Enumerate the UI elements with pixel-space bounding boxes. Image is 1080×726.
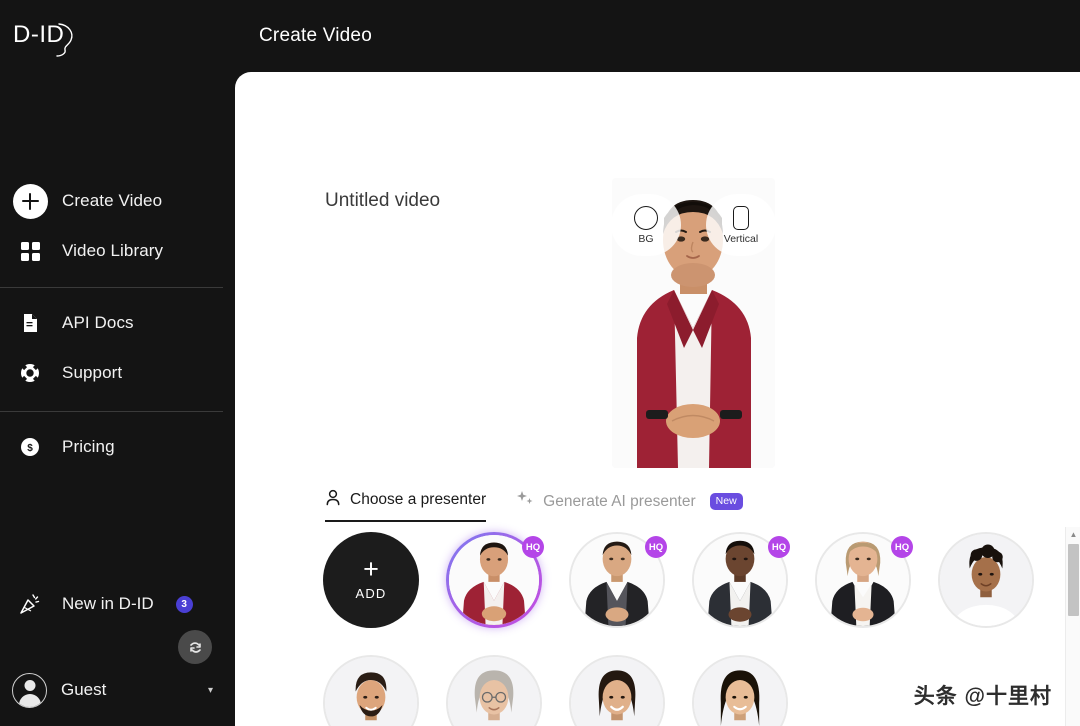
presenter-scrollbar[interactable]: ▲ ▼ xyxy=(1065,527,1080,726)
sidebar-item-new-in-did[interactable]: New in D-ID 3 xyxy=(0,579,235,629)
sidebar-item-label: API Docs xyxy=(62,313,134,332)
presenter-item[interactable] xyxy=(446,655,542,726)
sidebar-divider-1 xyxy=(0,287,223,288)
sidebar-item-create-video[interactable]: Create Video xyxy=(0,176,235,226)
presenter-item[interactable] xyxy=(938,532,1034,628)
presenter-thumbnail xyxy=(694,657,786,726)
sidebar-group-pricing: $ Pricing xyxy=(0,422,235,472)
presenter-item[interactable]: HQ xyxy=(815,532,913,628)
tab-generate-ai-presenter[interactable]: Generate AI presenter New xyxy=(516,490,743,522)
sidebar-item-support[interactable]: Support xyxy=(0,348,235,398)
lifebuoy-icon xyxy=(12,363,48,383)
tab-label: Generate AI presenter xyxy=(543,492,696,510)
document-icon xyxy=(12,313,48,333)
tab-choose-a-presenter[interactable]: Choose a presenter xyxy=(325,489,487,522)
presenter-item[interactable]: HQ xyxy=(446,532,544,628)
sidebar-divider-2 xyxy=(0,411,223,412)
presenter-thumbnail xyxy=(940,534,1032,626)
background-control[interactable]: BG xyxy=(612,194,681,256)
new-in-did-badge: 3 xyxy=(175,595,193,613)
presenter-tabs: Choose a presenter Generate AI presenter… xyxy=(325,489,743,522)
presenter-ring xyxy=(446,655,542,726)
user-name: Guest xyxy=(61,680,107,699)
add-presenter-label: ADD xyxy=(355,586,387,601)
tab-label: Choose a presenter xyxy=(350,491,487,508)
top-header: Create Video xyxy=(235,0,1080,72)
presenter-item[interactable] xyxy=(323,655,419,726)
presenter-ring xyxy=(569,655,665,726)
scrollbar-thumb[interactable] xyxy=(1068,544,1079,616)
vertical-rect-icon xyxy=(733,205,749,230)
sidebar-item-label: Create Video xyxy=(62,191,163,210)
svg-text:$: $ xyxy=(27,443,33,454)
orientation-control-label: Vertical xyxy=(723,232,759,245)
plus-icon: + xyxy=(363,554,379,584)
video-preview[interactable]: BG Vertical xyxy=(612,178,775,468)
circle-shape-icon xyxy=(634,205,658,230)
presenter-item[interactable]: HQ xyxy=(692,532,790,628)
did-logo[interactable]: D-ID xyxy=(12,16,82,62)
new-badge: New xyxy=(709,492,743,511)
presenter-ring xyxy=(692,655,788,726)
sidebar-collapse-button[interactable] xyxy=(178,630,212,664)
sparkles-icon xyxy=(516,490,534,513)
app-root: D-ID Create Video Video Library API Docs… xyxy=(0,0,1080,726)
video-title[interactable]: Untitled video xyxy=(325,190,440,212)
sidebar-item-label: Pricing xyxy=(62,437,115,456)
watermark: 头条 @十里村 xyxy=(913,685,1052,708)
sidebar-item-label: Video Library xyxy=(62,241,164,260)
page-title: Create Video xyxy=(259,25,372,46)
presenter-thumbnail xyxy=(325,657,417,726)
sidebar-item-label: New in D-ID xyxy=(62,594,154,613)
hq-badge: HQ xyxy=(891,536,913,558)
presenter-ring xyxy=(323,655,419,726)
sidebar-item-pricing[interactable]: $ Pricing xyxy=(0,422,235,472)
add-presenter-button[interactable]: + ADD xyxy=(323,532,419,628)
orientation-control[interactable]: Vertical xyxy=(706,194,775,256)
party-popper-icon xyxy=(12,593,48,615)
background-control-label: BG xyxy=(638,232,654,245)
chevron-down-icon[interactable]: ▾ xyxy=(208,685,213,696)
dollar-circle-icon: $ xyxy=(12,437,48,457)
sidebar-item-video-library[interactable]: Video Library xyxy=(0,226,235,276)
presenter-ring xyxy=(938,532,1034,628)
collapse-arrow-icon xyxy=(189,641,201,653)
sidebar-item-label: Support xyxy=(62,363,123,382)
grid-icon xyxy=(12,241,48,261)
presenter-item[interactable]: HQ xyxy=(569,532,667,628)
main-panel: Untitled video BG Vertical Choose a pres… xyxy=(235,72,1080,726)
sidebar-item-api-docs[interactable]: API Docs xyxy=(0,298,235,348)
user-menu[interactable]: Guest ▾ xyxy=(0,664,235,716)
svg-text:D-ID: D-ID xyxy=(13,21,64,48)
sidebar-group-main: Create Video Video Library xyxy=(0,176,235,276)
hq-badge: HQ xyxy=(768,536,790,558)
person-icon xyxy=(325,489,341,511)
presenter-thumbnail xyxy=(448,657,540,726)
presenter-item[interactable] xyxy=(692,655,788,726)
presenter-item[interactable] xyxy=(569,655,665,726)
presenter-thumbnail xyxy=(571,657,663,726)
plus-circle-icon xyxy=(12,183,48,219)
sidebar: D-ID Create Video Video Library API Docs… xyxy=(0,0,235,726)
avatar xyxy=(12,672,47,708)
sidebar-group-docs: API Docs Support xyxy=(0,298,235,398)
hq-badge: HQ xyxy=(522,536,544,558)
hq-badge: HQ xyxy=(645,536,667,558)
scroll-up-arrow[interactable]: ▲ xyxy=(1066,527,1080,542)
